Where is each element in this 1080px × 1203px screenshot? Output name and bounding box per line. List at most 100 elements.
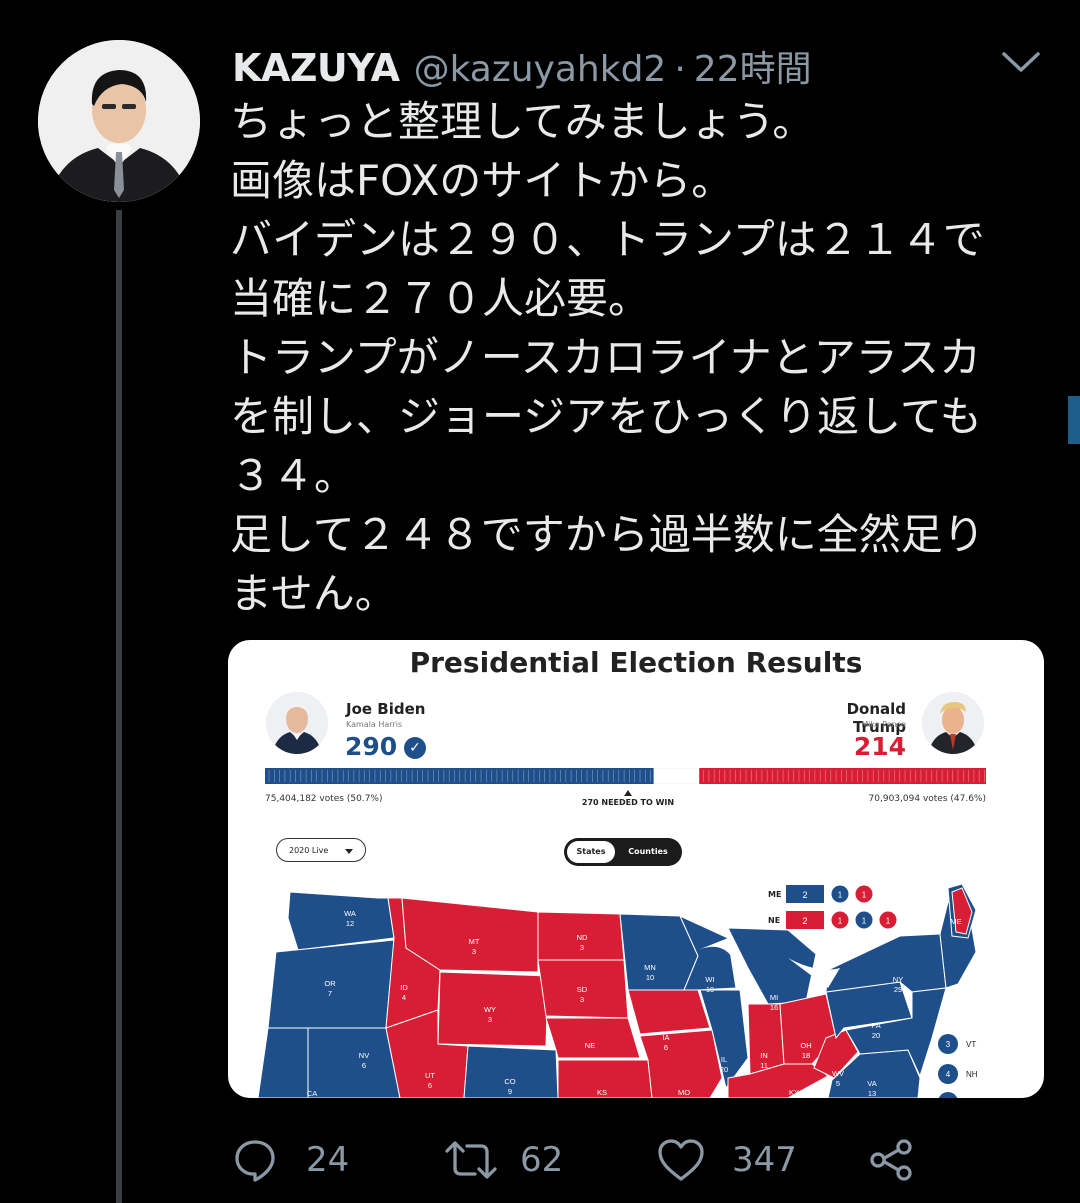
state-ev-wy: 3 <box>488 1015 492 1024</box>
state-label-mn: MN <box>644 963 656 972</box>
tweet-line: ３４。 <box>230 451 357 500</box>
state-ev-ny: 29 <box>894 985 902 994</box>
state-label-va: VA <box>867 1079 876 1088</box>
state-ev-co: 9 <box>508 1087 512 1096</box>
small-state-label-vt: VT <box>966 1040 976 1049</box>
threshold-marker <box>624 790 632 796</box>
state-label-co: CO <box>504 1077 515 1086</box>
state-IA <box>627 989 711 1035</box>
handle[interactable]: @kazuyahkd2 <box>414 49 667 90</box>
biden-name: Joe Biden <box>346 700 426 718</box>
tweet-line: バイデンは２９０、トランプは２１４で <box>230 215 985 264</box>
counties-toggle-option[interactable]: Counties <box>618 841 678 863</box>
heart-icon <box>658 1139 704 1181</box>
state-CA <box>257 1027 309 1098</box>
biden-electoral-votes: 290 <box>345 732 398 761</box>
electoral-vote-bar <box>265 768 986 784</box>
state-label-or: OR <box>324 979 336 988</box>
trump-name: Donald Trump <box>846 700 906 736</box>
state-label-id: ID <box>400 983 408 992</box>
scroll-marker <box>1068 396 1080 444</box>
small-state-label-nh: NH <box>966 1070 978 1079</box>
caret-down-icon <box>345 849 353 854</box>
small-state-ev-nh: 4 <box>946 1070 951 1079</box>
state-label-pa: PA <box>871 1021 880 1030</box>
trump-running-mate: Mike Pence <box>861 720 906 729</box>
state-label-ks: KS <box>597 1088 607 1097</box>
tweet-line: トランプがノースカロライナとアラスカ <box>230 333 981 382</box>
timestamp[interactable]: 22時間 <box>694 40 812 92</box>
state-label-me: ME <box>950 917 961 926</box>
state-label-ut: UT <box>425 1071 435 1080</box>
state-label-mo: MO <box>678 1088 690 1097</box>
small-state-ev-vt: 3 <box>946 1040 951 1049</box>
state-label-mt: MT <box>469 937 480 946</box>
media-image[interactable]: Presidential Election Results Joe Biden … <box>228 640 1044 1098</box>
state-label-ne: NE <box>585 1041 595 1050</box>
needed-to-win-label: 270 NEEDED TO WIN <box>581 798 675 807</box>
biden-popular-votes: 75,404,182 votes (50.7%) <box>265 794 383 804</box>
state-label-il: IL <box>721 1055 727 1064</box>
us-electoral-map[interactable]: WA12OR7CANV6ID4MT3WY3UT6 CO9ND3SD3NEKSMN1… <box>228 878 1044 1098</box>
state-ev-wa: 12 <box>346 919 354 928</box>
trump-bar-segment <box>699 768 986 784</box>
small-state-dot-partial <box>938 1092 958 1098</box>
state-ev-pa: 20 <box>872 1031 880 1040</box>
states-toggle-option[interactable]: States <box>567 841 615 863</box>
year-dropdown-value: 2020 Live <box>289 846 329 855</box>
separator: · <box>674 49 686 90</box>
state-label-ny: NY <box>893 975 903 984</box>
trump-electoral-votes: 214 <box>853 732 906 761</box>
tweet-line: ちょっと整理してみましょう。 <box>230 97 815 146</box>
state-label-ky: KY <box>789 1088 799 1097</box>
state-label-sd: SD <box>577 985 588 994</box>
state-label-oh: OH <box>800 1041 811 1050</box>
trump-popular-votes: 70,903,094 votes (47.6%) <box>868 794 986 804</box>
state-ev-nd: 3 <box>580 943 584 952</box>
state-ev-in: 11 <box>760 1061 768 1070</box>
state-ev-wi: 10 <box>706 985 714 994</box>
tweet-line: 当確に２７０人必要。 <box>230 274 651 323</box>
state-label-nv: NV <box>359 1051 369 1060</box>
state-ev-id: 4 <box>402 993 406 1002</box>
state-label-wy: WY <box>484 1005 496 1014</box>
tweet-line: ません。 <box>230 569 397 618</box>
biden-running-mate: Kamala Harris <box>346 720 403 729</box>
retweet-button[interactable]: 62 <box>444 1130 563 1190</box>
states-counties-toggle: States Counties <box>564 838 682 866</box>
state-ev-or: 7 <box>328 989 332 998</box>
chevron-down-icon[interactable] <box>1000 44 1042 78</box>
state-ev-mn: 10 <box>646 973 654 982</box>
state-ev-va: 13 <box>868 1089 876 1098</box>
state-label-mi: MI <box>770 993 778 1002</box>
state-ev-ut: 6 <box>428 1081 432 1090</box>
reply-count: 24 <box>306 1140 350 1180</box>
state-ev-ia: 6 <box>664 1043 668 1052</box>
tweet-text: ちょっと整理してみましょう。 画像はFOXのサイトから。 バイデンは２９０、トラ… <box>230 92 1060 623</box>
state-ev-il: 20 <box>720 1065 728 1074</box>
retweet-icon <box>445 1141 497 1179</box>
biden-photo <box>266 692 328 754</box>
state-ev-wv: 5 <box>836 1079 840 1088</box>
state-ev-sd: 3 <box>580 995 584 1004</box>
share-button[interactable] <box>868 1130 914 1190</box>
state-KY <box>727 1063 829 1098</box>
state-ev-mi: 16 <box>770 1003 778 1012</box>
state-label-in: IN <box>760 1051 768 1060</box>
state-NV <box>307 1027 401 1098</box>
state-ev-nv: 6 <box>362 1061 366 1070</box>
reply-button[interactable]: 24 <box>232 1130 349 1190</box>
action-bar: 24 62 347 <box>232 1130 932 1190</box>
like-button[interactable]: 347 <box>656 1130 797 1190</box>
state-label-nd: ND <box>577 933 588 942</box>
state-label-ia: IA <box>662 1033 669 1042</box>
tweet-header: KAZUYA @kazuyahkd2 · 22時間 <box>232 40 812 90</box>
year-dropdown[interactable]: 2020 Live <box>276 838 366 862</box>
state-NY <box>825 933 947 993</box>
check-icon: ✓ <box>404 737 426 759</box>
state-NE <box>545 1017 641 1059</box>
card-title: Presidential Election Results <box>409 646 863 679</box>
avatar[interactable] <box>38 40 200 202</box>
reply-icon <box>235 1140 275 1182</box>
display-name[interactable]: KAZUYA <box>232 46 400 90</box>
